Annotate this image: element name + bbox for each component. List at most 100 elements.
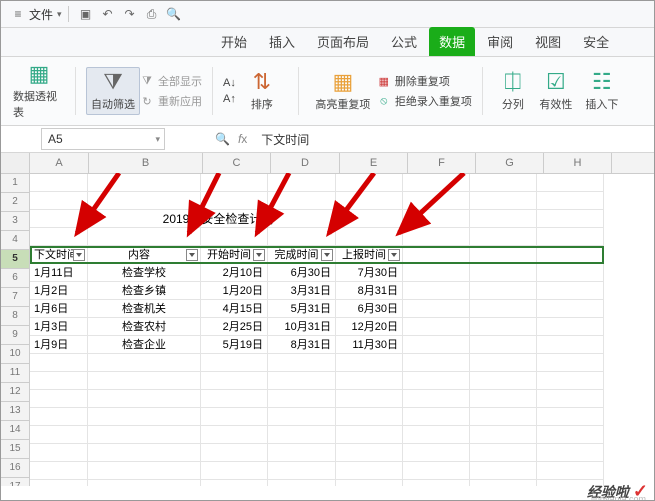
- tab-insert[interactable]: 插入: [259, 27, 305, 56]
- row-header[interactable]: 4: [1, 231, 30, 250]
- filter-icon[interactable]: [186, 249, 198, 261]
- remove-dup-label: 删除重复项: [395, 73, 450, 89]
- tab-formula[interactable]: 公式: [381, 27, 427, 56]
- tab-review[interactable]: 审阅: [477, 27, 523, 56]
- column-headers: A B C D E F G H: [1, 153, 654, 174]
- filter-icon[interactable]: [253, 249, 265, 261]
- row-header-selected[interactable]: 5: [1, 250, 30, 269]
- filter-icon[interactable]: [321, 249, 333, 261]
- row-header[interactable]: 10: [1, 345, 30, 364]
- undo-icon[interactable]: ↶: [99, 5, 117, 23]
- tab-safe[interactable]: 安全: [573, 27, 619, 56]
- row-header[interactable]: 3: [1, 212, 30, 231]
- row-header[interactable]: 11: [1, 364, 30, 383]
- insert-dd-label: 插入下: [585, 96, 618, 112]
- col-header[interactable]: C: [203, 153, 271, 173]
- row-header[interactable]: 17: [1, 478, 30, 486]
- highlight-icon: ▦: [331, 70, 355, 94]
- formula-value[interactable]: 下文时间: [261, 131, 309, 148]
- sort-label: 排序: [251, 96, 273, 112]
- col-header[interactable]: F: [408, 153, 476, 173]
- filter-icon[interactable]: [388, 249, 400, 261]
- dropdown-icon: ☷: [590, 70, 614, 94]
- reapply-label: 重新应用: [158, 93, 202, 109]
- select-all-corner[interactable]: [1, 153, 30, 173]
- col-header[interactable]: H: [544, 153, 612, 173]
- row-header[interactable]: 15: [1, 440, 30, 459]
- pivot-table-button[interactable]: ▦ 数据透视表: [13, 62, 65, 120]
- filter-options: ⧩ 全部显示 ↻ 重新应用: [140, 73, 202, 109]
- group-filter: ⧩ 自动筛选 ⧩ 全部显示 ↻ 重新应用: [80, 57, 208, 125]
- insert-dropdown-button[interactable]: ☷ 插入下: [579, 70, 625, 112]
- row-header[interactable]: 7: [1, 288, 30, 307]
- header-cell[interactable]: 完成时间: [268, 246, 336, 264]
- table-row[interactable]: 1月9日检查企业5月19日8月31日11月30日: [30, 336, 604, 354]
- separator: [68, 6, 69, 22]
- table-row[interactable]: 1月3日检查农村2月25日10月31日12月20日: [30, 318, 604, 336]
- spreadsheet: A B C D E F G H 1 2 3 4 5 6 7 8 9 10 11 …: [1, 153, 654, 486]
- filter-icon[interactable]: [73, 249, 85, 261]
- split-icon: ⎅: [501, 70, 525, 94]
- cells[interactable]: 2019年安全检查计划 下文时间 内容 开始时间 完成时间 上报时间 1月11日…: [30, 174, 604, 486]
- tab-layout[interactable]: 页面布局: [307, 27, 379, 56]
- zoom-icon[interactable]: 🔍: [215, 132, 230, 146]
- row-header[interactable]: 2: [1, 193, 30, 212]
- highlight-dup-button[interactable]: ▦ 高亮重复项: [309, 70, 377, 112]
- reject-dup-button[interactable]: ⦸ 拒绝录入重复项: [377, 93, 472, 109]
- split-column-button[interactable]: ⎅ 分列: [493, 70, 533, 112]
- row-header[interactable]: 9: [1, 326, 30, 345]
- row-header[interactable]: 13: [1, 402, 30, 421]
- funnel-all-icon: ⧩: [140, 74, 154, 88]
- autofilter-button[interactable]: ⧩ 自动筛选: [86, 67, 140, 115]
- row-header[interactable]: 6: [1, 269, 30, 288]
- name-box[interactable]: A5 ▾: [41, 128, 165, 150]
- tab-view[interactable]: 视图: [525, 27, 571, 56]
- row-header[interactable]: 16: [1, 459, 30, 478]
- remove-dup-button[interactable]: ▦ 删除重复项: [377, 73, 472, 89]
- highlight-label: 高亮重复项: [315, 96, 370, 112]
- col-header[interactable]: D: [271, 153, 340, 173]
- preview-icon[interactable]: 🔍: [165, 5, 183, 23]
- col-header[interactable]: A: [30, 153, 89, 173]
- save-icon[interactable]: ▣: [77, 5, 95, 23]
- header-cell[interactable]: 开始时间: [201, 246, 268, 264]
- validity-button[interactable]: ☑ 有效性: [533, 70, 579, 112]
- redo-icon[interactable]: ↷: [121, 5, 139, 23]
- row-header[interactable]: 8: [1, 307, 30, 326]
- pivot-icon: ▦: [27, 62, 51, 86]
- header-cell[interactable]: 内容: [88, 246, 201, 264]
- validity-label: 有效性: [539, 96, 572, 112]
- tab-data[interactable]: 数据: [429, 27, 475, 56]
- cell-reference: A5: [48, 132, 63, 146]
- fx-icon[interactable]: fx: [238, 132, 247, 146]
- col-header[interactable]: B: [89, 153, 203, 173]
- reapply-icon: ↻: [140, 94, 154, 108]
- table-row[interactable]: 1月2日检查乡镇1月20日3月31日8月31日: [30, 282, 604, 300]
- tab-start[interactable]: 开始: [211, 27, 257, 56]
- row-header[interactable]: 12: [1, 383, 30, 402]
- file-menu[interactable]: 文件 ▾: [29, 6, 62, 23]
- grid-body: 1 2 3 4 5 6 7 8 9 10 11 12 13 14 15 16 1…: [1, 174, 654, 486]
- sort-az[interactable]: A↓ A↑: [223, 77, 236, 105]
- separator: [212, 67, 213, 115]
- group-dup: ▦ 高亮重复项 ▦ 删除重复项 ⦸ 拒绝录入重复项: [303, 57, 478, 125]
- ribbon-tabs: 开始 插入 页面布局 公式 数据 审阅 视图 安全: [1, 28, 654, 57]
- file-menu-label: 文件: [29, 6, 53, 23]
- table-row[interactable]: 1月6日检查机关4月15日5月31日6月30日: [30, 300, 604, 318]
- col-header[interactable]: G: [476, 153, 544, 173]
- table-row[interactable]: 1月11日检查学校2月10日6月30日7月30日: [30, 264, 604, 282]
- sort-button[interactable]: ⇅ 排序: [236, 70, 288, 112]
- header-cell[interactable]: 上报时间: [336, 246, 403, 264]
- reject-dup-label: 拒绝录入重复项: [395, 93, 472, 109]
- group-pivot: ▦ 数据透视表: [7, 57, 71, 125]
- ribbon: ▦ 数据透视表 ⧩ 自动筛选 ⧩ 全部显示 ↻ 重新应用: [1, 57, 654, 126]
- row-header[interactable]: 14: [1, 421, 30, 440]
- row-header[interactable]: 1: [1, 174, 30, 193]
- separator: [482, 67, 483, 115]
- funnel-icon: ⧩: [101, 70, 125, 94]
- col-header[interactable]: E: [340, 153, 408, 173]
- chevron-down-icon: ▾: [155, 134, 160, 145]
- print-icon[interactable]: ⎙: [143, 5, 161, 23]
- menu-icon[interactable]: ≡: [9, 5, 27, 23]
- header-cell[interactable]: 下文时间: [30, 246, 88, 264]
